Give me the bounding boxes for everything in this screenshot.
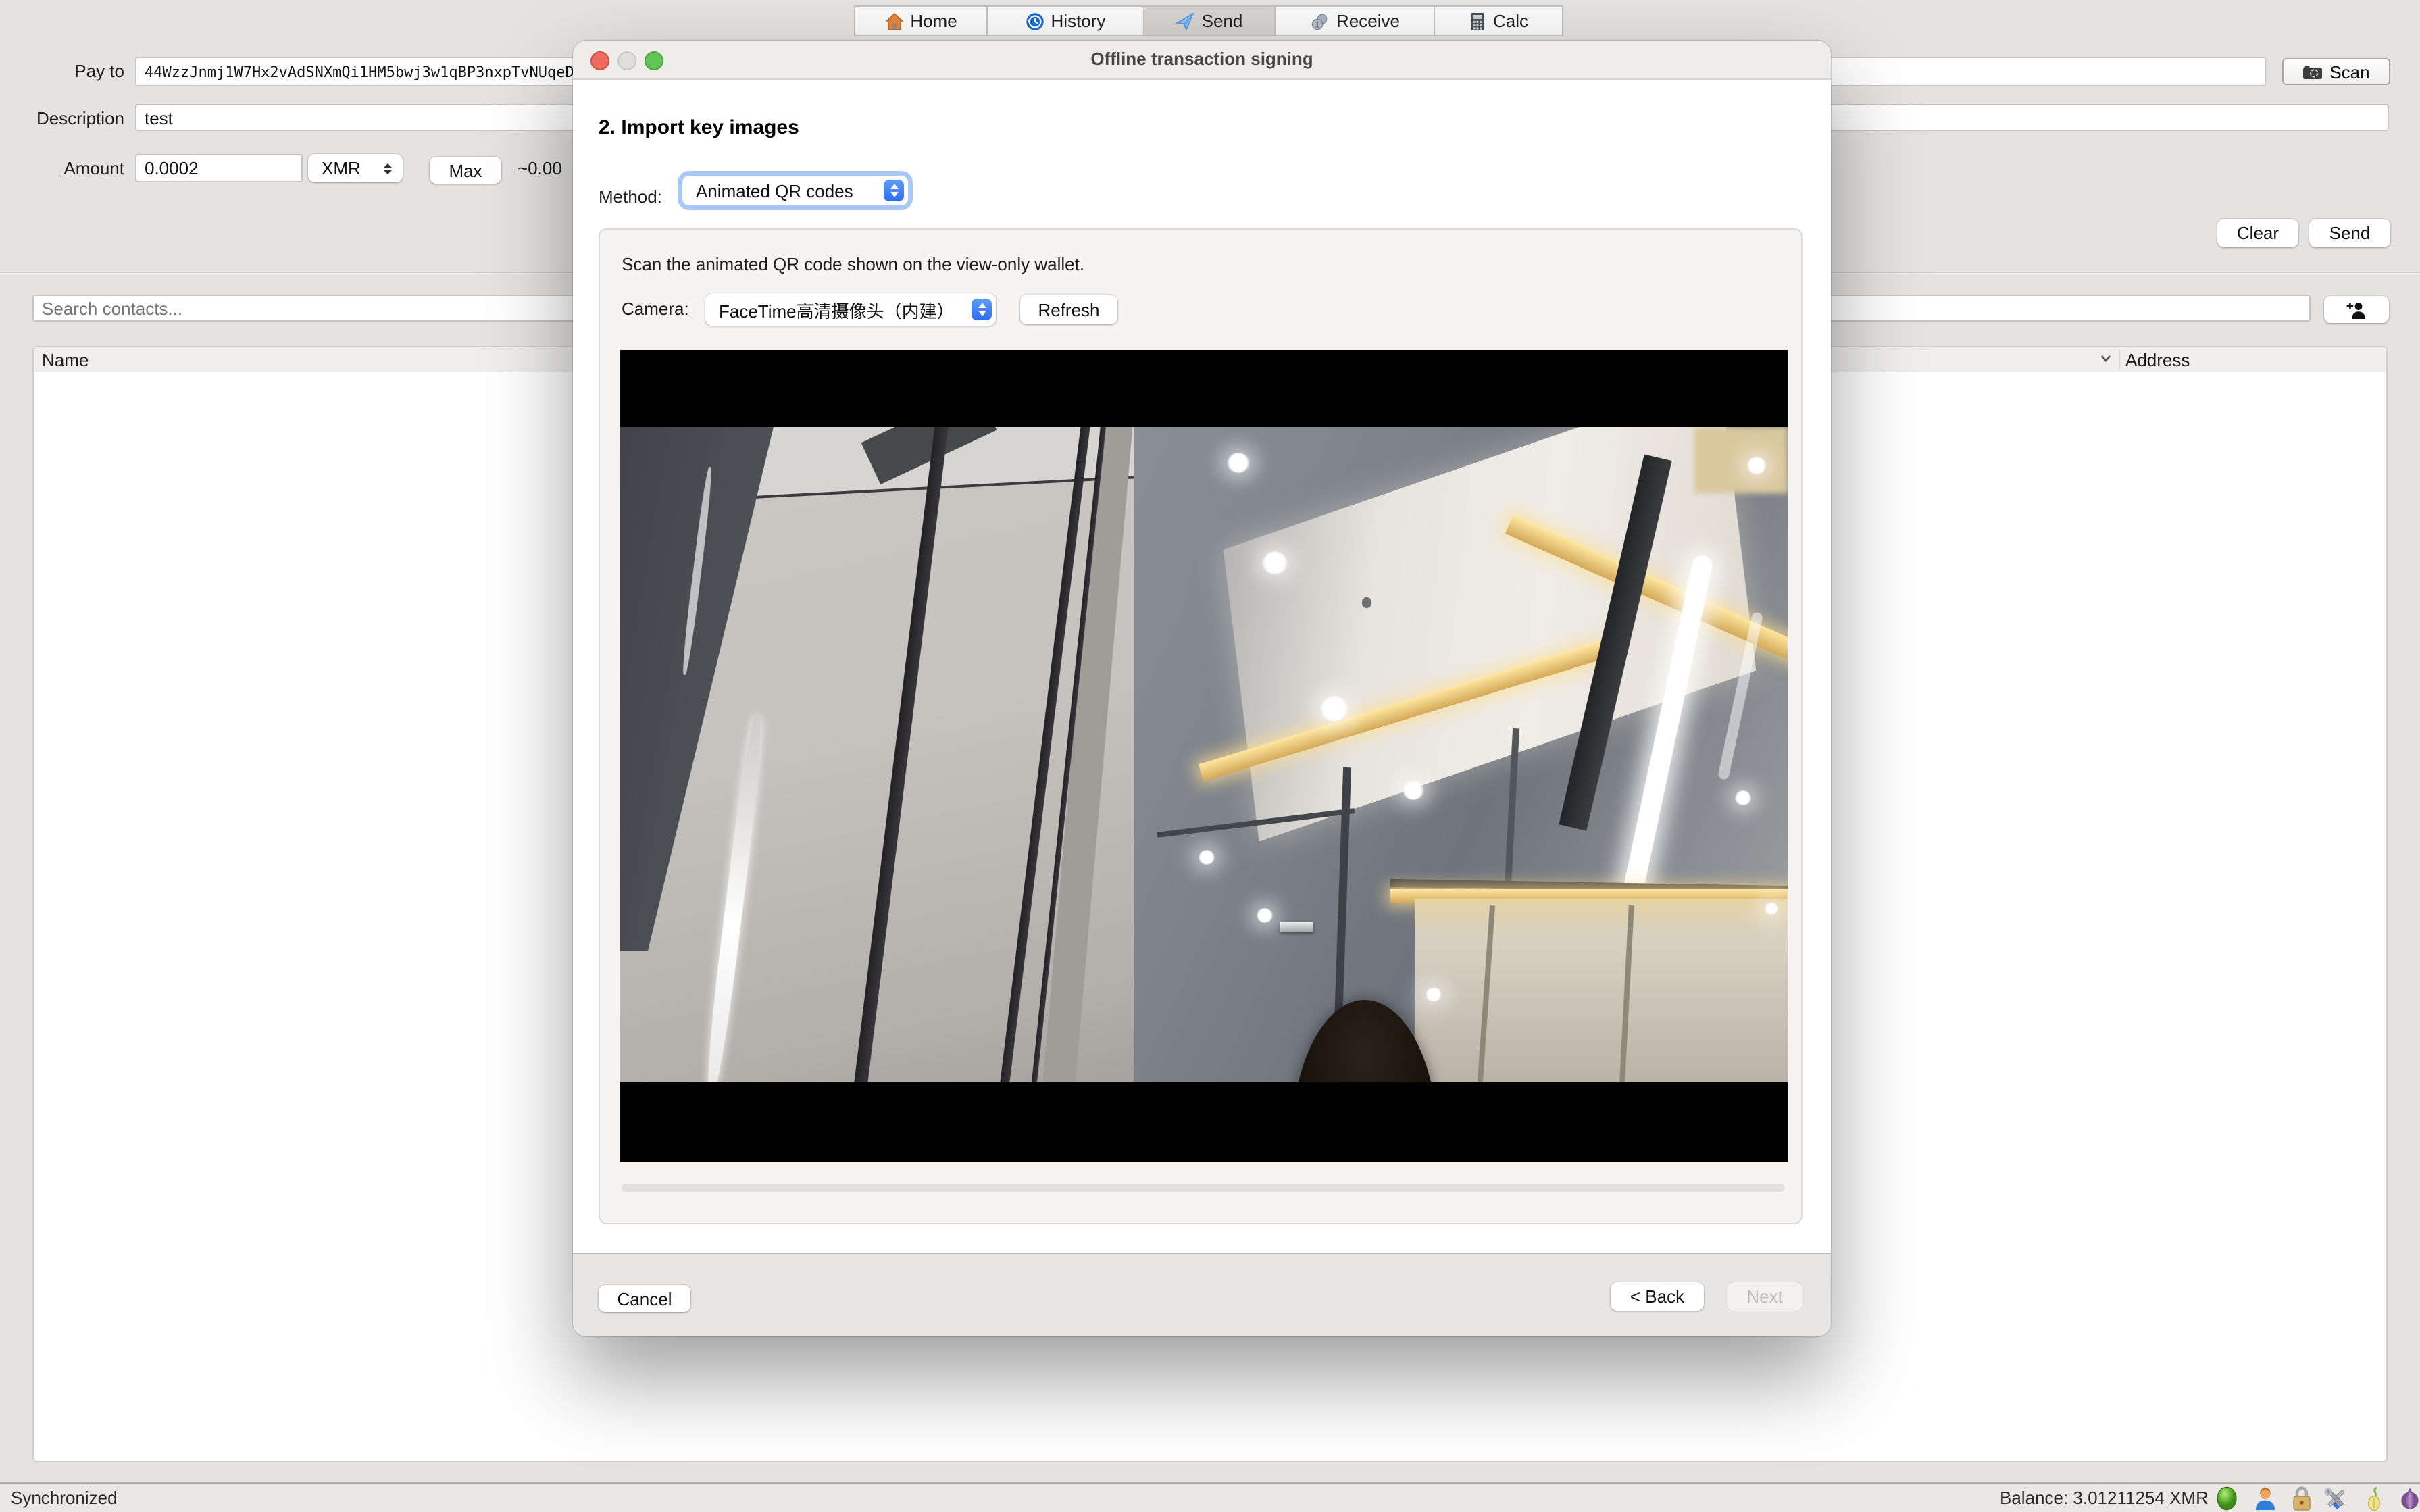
status-bar: Synchronized Balance: 3.01211254 XMR [0,1482,2420,1512]
camera-value: FaceTime高清摄像头（内建） [719,297,955,322]
amount-label: Amount [0,158,124,178]
scan-button-label: Scan [2329,61,2369,82]
home-icon [884,11,903,30]
refresh-button-label: Refresh [1038,299,1099,320]
cancel-button-label: Cancel [617,1288,672,1309]
camera-preview [620,350,1788,1162]
door-handle [1280,922,1313,932]
column-divider [2119,350,2120,369]
tab-label: Home [910,11,957,31]
back-button-label: < Back [1630,1286,1684,1307]
camera-icon [2302,64,2323,79]
column-header-address[interactable]: Address [2125,349,2190,372]
fiat-estimate: ~0.00 [518,154,562,182]
tab-label: Receive [1336,11,1400,31]
balance-text: Balance: 3.01211254 XMR [2000,1484,2209,1512]
scan-instruction: Scan the animated QR code shown on the v… [622,254,1084,274]
chevron-updown-icon [972,299,992,320]
currency-select[interactable]: XMR [308,154,403,182]
pay-to-label: Pay to [0,61,124,81]
toolbar: Home History Send 1 Receive Calc [854,5,1563,36]
clear-button-label: Clear [2237,223,2279,243]
tab-calc[interactable]: Calc [1434,5,1563,36]
max-button-label: Max [449,160,482,180]
currency-value: XMR [322,158,361,178]
scan-progress-bar [622,1184,1785,1192]
add-person-icon [2346,301,2367,318]
chevron-updown-icon [384,163,392,174]
column-header-name[interactable]: Name [42,349,89,372]
amount-input[interactable] [135,154,303,182]
receive-coin-digit: 1 [1315,18,1319,28]
scan-panel: Scan the animated QR code shown on the v… [599,228,1803,1224]
cancel-button[interactable]: Cancel [599,1285,690,1312]
description-label: Description [0,108,124,128]
tab-send[interactable]: Send [1143,5,1276,36]
sort-chevron-icon[interactable] [2100,354,2112,363]
tab-label: History [1051,11,1106,31]
method-select[interactable]: Animated QR codes [682,176,908,205]
add-contact-button[interactable] [2324,296,2389,323]
receive-icon: 1 [1309,11,1330,30]
application-window: Home History Send 1 Receive Calc Pay to … [0,0,2420,1512]
dialog-footer: Cancel < Back Next [573,1253,1831,1336]
method-value: Animated QR codes [696,180,853,201]
camera-label: Camera: [622,293,689,326]
send-button[interactable]: Send [2309,219,2390,247]
tab-history[interactable]: History [986,5,1144,36]
send-icon [1176,11,1195,30]
lock-icon[interactable] [2289,1486,2315,1511]
camera-select[interactable]: FaceTime高清摄像头（内建） [705,293,996,326]
status-led-icon [2216,1486,2238,1511]
refresh-button[interactable]: Refresh [1020,295,1117,324]
scan-button[interactable]: Scan [2282,58,2390,85]
tab-receive[interactable]: 1 Receive [1274,5,1435,36]
offline-signing-dialog: Offline transaction signing 2. Import ke… [573,41,1831,1336]
dialog-titlebar[interactable]: Offline transaction signing [573,41,1831,80]
next-button-label: Next [1746,1286,1782,1307]
max-button[interactable]: Max [430,157,501,184]
chevron-updown-icon [884,180,904,201]
send-button-label: Send [2329,223,2371,243]
clear-button[interactable]: Clear [2217,219,2298,247]
tools-icon[interactable] [2323,1486,2348,1511]
tab-home[interactable]: Home [854,5,988,36]
next-button[interactable]: Next [1727,1282,1803,1311]
calc-icon [1469,11,1486,30]
history-icon [1026,11,1044,30]
tab-label: Calc [1493,11,1528,31]
dialog-title: Offline transaction signing [573,41,1831,78]
seed-icon[interactable] [2366,1486,2384,1511]
account-icon[interactable] [2252,1486,2278,1511]
dialog-heading: 2. Import key images [599,116,799,139]
tor-onion-icon[interactable] [2400,1486,2420,1511]
method-label: Method: [599,182,662,212]
camera-feed-image [620,427,1788,1082]
tab-label: Send [1202,11,1243,31]
sync-status: Synchronized [11,1484,118,1512]
back-button[interactable]: < Back [1611,1282,1704,1311]
